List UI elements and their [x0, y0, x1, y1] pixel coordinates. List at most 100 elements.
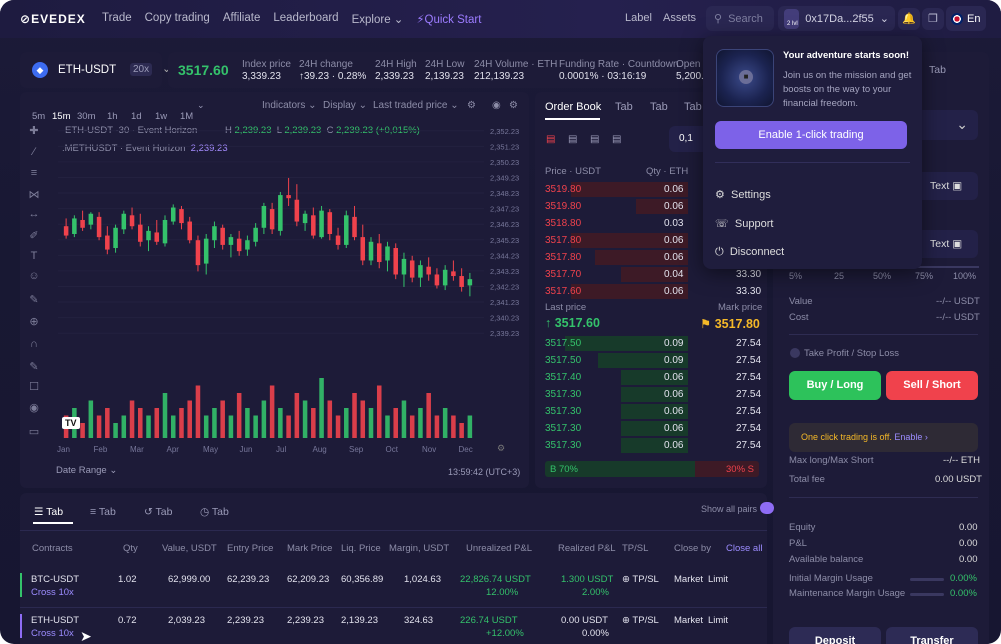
- order-qty: 0.06: [664, 406, 684, 417]
- buy-long-button[interactable]: Buy / Long: [789, 371, 881, 400]
- bid-row[interactable]: 3517.30 0.06 27.54: [538, 386, 764, 403]
- month-label: Jan: [57, 445, 70, 454]
- margin: 324.63: [404, 615, 434, 626]
- bid-row[interactable]: 3517.30 0.06 27.54: [538, 420, 764, 437]
- candle-body: [376, 243, 382, 263]
- row-divider: [20, 607, 767, 608]
- chart-settings-icon[interactable]: ⚙: [497, 443, 505, 454]
- y-tick-label: 2,352.23: [490, 127, 519, 136]
- unrealized-pnl-pct: 12.00%: [486, 587, 519, 598]
- tab-order-book[interactable]: Order Book: [545, 101, 601, 113]
- show-all-pairs-toggle[interactable]: [760, 502, 774, 514]
- volume-bar: [286, 415, 291, 438]
- order-qty: 0.06: [664, 372, 684, 383]
- chart-clock: 13:59:42 (UTC+3): [448, 467, 521, 477]
- candle-body: [179, 209, 184, 224]
- order-price: 3519.80: [545, 184, 582, 195]
- form-tab[interactable]: Tab: [929, 64, 946, 76]
- volume-bar: [393, 408, 398, 438]
- bid-row[interactable]: 3517.30 0.06 27.54: [538, 437, 764, 454]
- y-tick-label: 2,342.23: [490, 282, 519, 291]
- bid-row[interactable]: 3517.50 0.09 27.54: [538, 352, 764, 369]
- tab-4[interactable]: Tab: [684, 101, 702, 113]
- tpsl-checkbox[interactable]: [790, 348, 800, 358]
- view-both-icon[interactable]: ▤: [546, 134, 555, 145]
- tab-2[interactable]: Tab: [615, 101, 633, 113]
- close-limit-button[interactable]: Limit: [708, 615, 728, 626]
- volume-bar: [451, 415, 456, 438]
- bid-row[interactable]: 3517.30 0.06 27.54: [538, 403, 764, 420]
- close-market-button[interactable]: Market: [674, 615, 703, 626]
- menu-item-support[interactable]: ☏ Support: [715, 217, 773, 230]
- order-total: 33.30: [736, 286, 762, 297]
- column-header: Contracts: [32, 543, 73, 554]
- entry-price: 2,239.23: [227, 615, 264, 626]
- y-tick-label: 2,351.23: [490, 142, 519, 151]
- candle-body: [203, 238, 209, 264]
- candle-body: [187, 221, 192, 241]
- sell-short-button[interactable]: Sell / Short: [886, 371, 978, 400]
- tpsl-button[interactable]: ⊕ TP/SL: [622, 615, 659, 626]
- column-header: Liq. Price: [341, 543, 381, 554]
- tab-3[interactable]: Tab: [650, 101, 668, 113]
- tab-history[interactable]: ↺ Tab: [144, 506, 172, 518]
- order-qty: 0.04: [664, 269, 684, 280]
- tab-positions[interactable]: ☰ Tab: [34, 506, 63, 518]
- enable-one-click-button[interactable]: Enable 1-click trading: [715, 121, 907, 149]
- column-header: TP/SL: [622, 543, 649, 554]
- close-limit-button[interactable]: Limit: [708, 574, 728, 585]
- side-marker: [20, 614, 22, 638]
- order-price: 3517.50: [545, 338, 582, 349]
- equity-label: Equity: [789, 522, 816, 533]
- chevron-down-icon: ⌄: [956, 116, 968, 132]
- transfer-button[interactable]: Transfer: [886, 627, 978, 644]
- gear-icon: ⚙: [715, 189, 725, 201]
- view-bids-icon[interactable]: ▤: [568, 134, 577, 145]
- month-label: Jul: [276, 445, 287, 454]
- candle-body: [401, 258, 407, 275]
- candle-body: [170, 207, 176, 222]
- volume-bar: [170, 415, 176, 438]
- candle-body: [459, 276, 464, 287]
- wallet-dropdown: ■ Your adventure starts soon! Join us on…: [703, 36, 922, 269]
- tpsl-button[interactable]: ⊕ TP/SL: [622, 574, 659, 585]
- candle-body: [434, 274, 440, 286]
- menu-item-disconnect[interactable]: ⏻ Disconnect: [715, 246, 784, 259]
- menu-item-settings[interactable]: ⚙ Settings: [715, 188, 771, 201]
- volume-bar: [228, 415, 234, 438]
- bid-row[interactable]: 3517.50 0.09 27.54: [538, 335, 764, 352]
- available-value: 0.00: [959, 554, 978, 565]
- deposit-button[interactable]: Deposit: [789, 627, 881, 644]
- qty: 0.72: [118, 615, 137, 626]
- candle-body: [278, 195, 283, 231]
- month-label: Sep: [349, 445, 364, 454]
- close-all-button[interactable]: Close all: [726, 543, 762, 554]
- y-tick-label: 2,346.23: [490, 220, 519, 229]
- view-list-icon[interactable]: ▤: [612, 134, 621, 145]
- volume-bar: [113, 423, 118, 438]
- realized-pnl-pct: 2.00%: [582, 587, 609, 598]
- view-asks-icon[interactable]: ▤: [590, 134, 599, 145]
- tab-orders[interactable]: ≡ Tab: [90, 506, 116, 518]
- column-header: Close by: [674, 543, 711, 554]
- list-icon: ≡: [90, 506, 97, 518]
- calendar-icon: ▣: [952, 238, 963, 250]
- order-total: 27.54: [736, 423, 762, 434]
- one-click-notice: One click trading is off. Enable ›: [789, 423, 978, 452]
- date-range-button[interactable]: Date Range ⌄: [56, 465, 117, 476]
- tab-clock[interactable]: ◷ Tab: [200, 506, 229, 518]
- candle-body: [72, 218, 77, 234]
- qty: 1.02: [118, 574, 137, 585]
- ask-row[interactable]: 3517.60 0.06 33.30: [538, 283, 764, 300]
- clock-icon: ◷: [200, 506, 210, 518]
- volume-bar: [319, 378, 324, 438]
- column-header: Value, USDT: [162, 543, 217, 554]
- cost-label: Cost: [789, 312, 809, 323]
- order-total: 27.54: [736, 406, 762, 417]
- close-market-button[interactable]: Market: [674, 574, 703, 585]
- bid-row[interactable]: 3517.40 0.06 27.54: [538, 369, 764, 386]
- candle-body: [138, 224, 143, 242]
- enable-link[interactable]: Enable ›: [894, 432, 928, 442]
- candle-body: [360, 237, 366, 261]
- order-price: 3517.30: [545, 406, 582, 417]
